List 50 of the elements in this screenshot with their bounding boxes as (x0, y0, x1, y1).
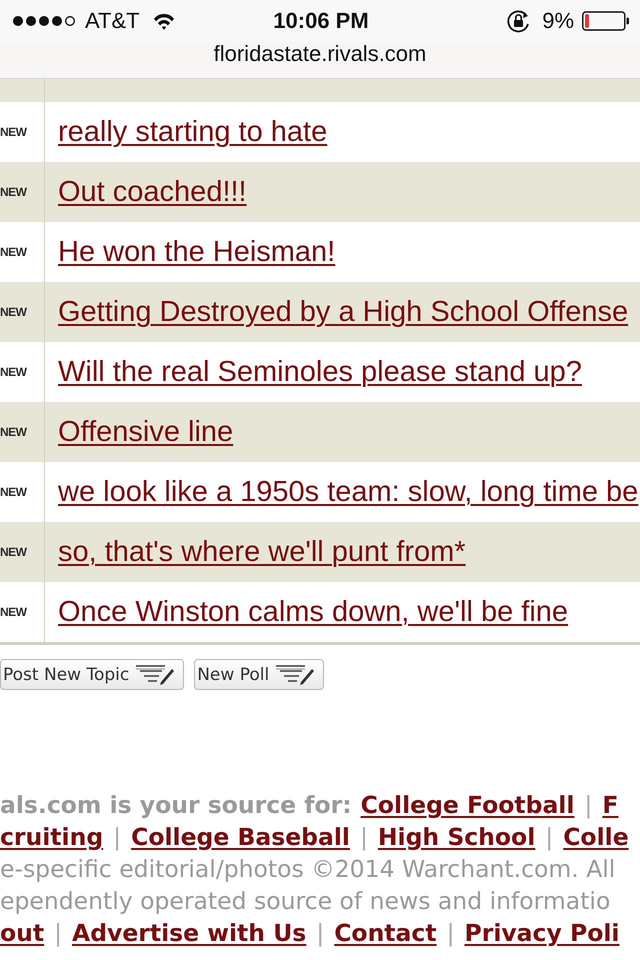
lines-pencil-icon (135, 663, 176, 686)
signal-strength-icon (13, 15, 75, 27)
footer-link[interactable]: College Baseball (131, 823, 350, 851)
topic-link[interactable]: Offensive line (58, 415, 234, 449)
topic-link[interactable]: we look like a 1950s team: slow, long time be (58, 475, 638, 509)
new-indicator: NEW (0, 605, 26, 619)
battery-icon (582, 11, 629, 31)
footer-link[interactable]: cruiting (0, 823, 104, 851)
link-separator: | (54, 919, 62, 947)
new-indicator: NEW (0, 545, 26, 559)
link-separator: | (316, 919, 324, 947)
topic-link[interactable]: Getting Destroyed by a High School Offense (58, 295, 628, 329)
topic-link[interactable]: He won the Heisman! (58, 235, 336, 269)
lines-pencil-icon (275, 663, 316, 686)
footer-link[interactable]: Advertise with Us (72, 919, 306, 947)
battery-percent: 9% (542, 8, 574, 34)
new-indicator: NEW (0, 185, 26, 199)
topic-link[interactable]: really starting to hate (58, 115, 328, 149)
wifi-icon (152, 12, 175, 30)
footer-link[interactable]: Contact (334, 919, 437, 947)
footer-link[interactable]: out (0, 919, 44, 947)
footer-link[interactable]: Privacy Poli (464, 919, 620, 947)
carrier-name: AT&T (85, 8, 140, 34)
topic-link[interactable]: Out coached!!! (58, 175, 247, 209)
new-indicator: NEW (0, 245, 26, 259)
link-separator: | (113, 823, 122, 851)
new-indicator: NEW (0, 365, 26, 379)
footer-link[interactable]: Colle (563, 823, 629, 851)
link-separator: | (360, 823, 368, 851)
new-indicator: NEW (0, 305, 26, 319)
footer-text: ependently operated source of news and informatio (0, 887, 610, 915)
link-separator: | (446, 919, 454, 947)
action-button[interactable]: Post New Topic (0, 659, 184, 690)
clock-time: 10:06 PM (273, 8, 369, 34)
url-address[interactable]: floridastate.rivals.com (214, 42, 426, 66)
action-button[interactable]: New Poll (194, 659, 324, 690)
footer-link[interactable]: F (602, 791, 618, 819)
link-separator: | (545, 823, 554, 851)
topic-link[interactable]: Once Winston calms down, we'll be fine (58, 595, 568, 629)
link-separator: | (584, 791, 592, 819)
rotation-lock-icon (507, 10, 530, 32)
new-indicator: NEW (0, 485, 26, 499)
new-indicator: NEW (0, 425, 26, 439)
footer-text: als.com is your source for: (0, 791, 352, 819)
footer-text: e-specific editorial/photos ©2014 Warchant.com. All (0, 855, 616, 883)
footer-link[interactable]: College Football (360, 791, 574, 819)
topic-link[interactable]: so, that's where we'll punt from* (58, 535, 466, 569)
topic-link[interactable]: Will the real Seminoles please stand up? (58, 355, 582, 389)
footer-link[interactable]: High School (378, 823, 536, 851)
new-indicator: NEW (0, 125, 26, 139)
